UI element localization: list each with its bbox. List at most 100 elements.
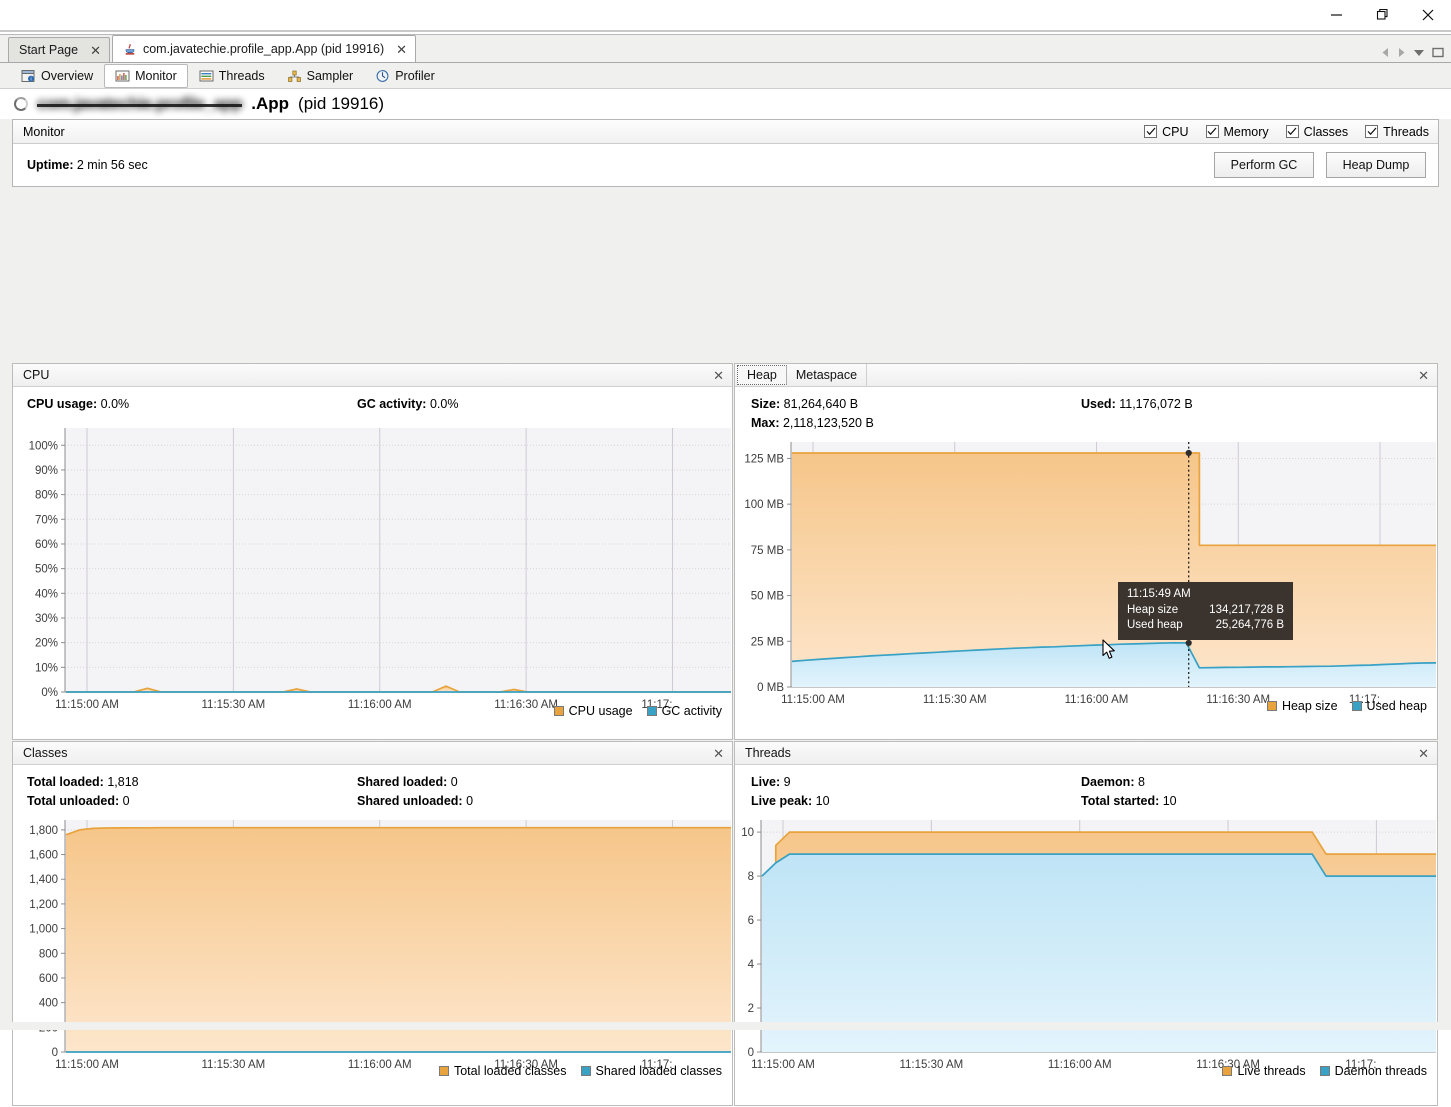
page-title: com.javatechie.profile_app .App (pid 199… [0, 89, 1451, 119]
tab-threads[interactable]: Threads [188, 64, 276, 88]
document-tab-label: com.javatechie.profile_app.App (pid 1991… [142, 42, 385, 56]
heap-chart[interactable]: 0 MB 25 MB 50 MB 75 MB 100 MB 125 MB 11:15:00 … [735, 436, 1437, 717]
classes-chart-legend: Total loaded classes Shared loaded class… [438, 1064, 722, 1078]
tab-overview[interactable]: i Overview [10, 64, 104, 88]
status-bar [0, 1022, 1451, 1030]
cpu-panel-title: CPU [23, 368, 50, 382]
cpu-chart[interactable]: 0% 10% 20% 30% 40% 50% 60% 70% 80% 90% 100% 11:15:0… [13, 422, 732, 722]
heap-chart-tooltip: 11:15:49 AM Heap size 134,217,728 B Used… [1118, 582, 1293, 640]
legend-label: Shared loaded classes [595, 1064, 722, 1078]
page-title-redacted-name: com.javatechie.profile_app [37, 94, 243, 114]
cpu-panel-header: CPU ✕ [13, 364, 732, 387]
checkbox-box[interactable] [1144, 125, 1158, 138]
maximize-tab-icon[interactable] [1432, 47, 1445, 58]
svg-text:50%: 50% [35, 564, 58, 576]
stat-value: 1,818 [107, 775, 139, 789]
svg-text:125 MB: 125 MB [744, 453, 784, 465]
cpu-chart-canvas[interactable]: 0% 10% 20% 30% 40% 50% 60% 70% 80% 90% 100% 11:15:0… [13, 422, 733, 722]
checkbox-classes[interactable]: Classes [1285, 125, 1348, 139]
window-minimize-button[interactable] [1313, 1, 1359, 29]
scroll-left-icon[interactable] [1381, 47, 1390, 58]
stat-label: Size: [751, 397, 781, 411]
tab-monitor[interactable]: Monitor [104, 63, 188, 88]
svg-text:0%: 0% [41, 687, 58, 699]
perform-gc-button[interactable]: Perform GC [1214, 152, 1314, 178]
live-peak-stat: Live peak: 10 [751, 794, 1081, 808]
tab-sampler[interactable]: Sampler [276, 64, 365, 88]
svg-text:10%: 10% [35, 662, 58, 674]
classes-stats: Total loaded: 1,818 Shared loaded: 0 Tot… [13, 765, 732, 814]
classes-chart[interactable]: 02004006008001,0001,2001,4001,6001,80011… [13, 814, 732, 1082]
heap-chart-canvas[interactable]: 0 MB 25 MB 50 MB 75 MB 100 MB 125 MB 11:15:00 … [735, 436, 1438, 717]
stat-label: Live peak: [751, 794, 813, 808]
checkbox-memory[interactable]: Memory [1205, 125, 1269, 139]
close-icon[interactable]: ✕ [90, 44, 101, 57]
classes-panel-header: Classes ✕ [13, 742, 732, 765]
svg-text:100 MB: 100 MB [744, 499, 784, 511]
checkbox-box[interactable] [1205, 125, 1219, 138]
window-maximize-button[interactable] [1359, 1, 1405, 29]
stat-value: 11,176,072 B [1119, 397, 1193, 411]
stat-value: 2,118,123,520 B [782, 416, 874, 430]
tooltip-value: 25,264,776 B [1215, 619, 1284, 632]
legend-label: CPU usage [568, 704, 633, 718]
legend-label: GC activity [661, 704, 722, 718]
legend-live-threads: Live threads [1222, 1064, 1306, 1078]
legend-label: Heap size [1281, 699, 1338, 713]
threads-chart-canvas[interactable]: 0 2 4 6 8 10 11:15:00 AM 11:15:30 AM 11:16:00 AM… [735, 814, 1438, 1082]
legend-cpu-usage: CPU usage [553, 704, 633, 718]
cpu-stats-col-2: GC activity: 0.0% [357, 397, 687, 416]
stat-label: Total started: [1081, 794, 1160, 808]
tab-heap[interactable]: Heap [737, 365, 787, 385]
document-tab-app[interactable]: com.javatechie.profile_app.App (pid 1991… [111, 35, 417, 62]
svg-text:30%: 30% [35, 613, 58, 625]
shared-loaded-stat: Shared loaded: 0 [357, 775, 687, 789]
monitor-display-checkboxes: CPU Memory Classes Threads [1144, 125, 1429, 139]
close-icon[interactable]: ✕ [713, 369, 724, 382]
svg-text:1,200: 1,200 [29, 899, 58, 911]
threads-panel-header: Threads ✕ [735, 742, 1437, 765]
close-icon[interactable]: ✕ [396, 43, 407, 56]
threads-chart-legend: Live threads Daemon threads [1222, 1064, 1427, 1078]
cpu-chart-legend: CPU usage GC activity [553, 704, 722, 718]
svg-text:11:16:00 AM: 11:16:00 AM [348, 699, 412, 711]
document-tab-start-page[interactable]: Start Page ✕ [8, 37, 110, 62]
memory-max-stat: Max: 2,118,123,520 B [751, 416, 1437, 430]
checkbox-cpu[interactable]: CPU [1144, 125, 1189, 139]
checkbox-box[interactable] [1365, 125, 1379, 138]
heap-dump-button[interactable]: Heap Dump [1326, 152, 1426, 178]
tab-label: Monitor [135, 68, 177, 83]
close-icon[interactable]: ✕ [1418, 747, 1429, 760]
legend-label: Daemon threads [1334, 1064, 1427, 1078]
svg-text:11:15:00 AM: 11:15:00 AM [55, 1059, 119, 1071]
svg-text:11:16:30 AM: 11:16:30 AM [1206, 694, 1270, 706]
tab-label: Overview [41, 68, 94, 83]
classes-chart-canvas[interactable]: 02004006008001,0001,2001,4001,6001,80011… [13, 814, 733, 1082]
close-icon[interactable]: ✕ [713, 747, 724, 760]
svg-text:60%: 60% [35, 539, 58, 551]
stat-value: 10 [1162, 794, 1177, 808]
profiler-icon [375, 69, 390, 83]
tab-profiler[interactable]: Profiler [364, 64, 446, 88]
cpu-usage-stat: CPU usage: 0.0% [27, 397, 357, 411]
checkbox-threads[interactable]: Threads [1365, 125, 1429, 139]
memory-panel-header: Heap Metaspace ✕ [735, 364, 1437, 387]
svg-text:400: 400 [39, 998, 58, 1010]
legend-used-heap: Used heap [1351, 699, 1427, 713]
threads-chart[interactable]: 0 2 4 6 8 10 11:15:00 AM 11:15:30 AM 11:16:00 AM… [735, 814, 1437, 1082]
monitor-header: Monitor CPU Memory Classes Threads [13, 120, 1438, 144]
memory-panel: Heap Metaspace ✕ Size: 81,264,640 B Used… [734, 363, 1438, 740]
tab-metaspace[interactable]: Metaspace [787, 364, 868, 386]
scroll-right-icon[interactable] [1397, 47, 1406, 58]
shared-unloaded-stat: Shared unloaded: 0 [357, 794, 687, 808]
chevron-down-icon[interactable] [1413, 47, 1425, 58]
checkbox-label: Threads [1383, 124, 1429, 139]
close-icon[interactable]: ✕ [1418, 369, 1429, 382]
legend-swatch [646, 706, 657, 716]
redaction-bar [37, 104, 243, 108]
window-close-button[interactable] [1405, 1, 1451, 29]
checkbox-box[interactable] [1285, 125, 1299, 138]
svg-text:90%: 90% [35, 465, 58, 477]
heap-chart-legend: Heap size Used heap [1266, 699, 1427, 713]
legend-heap-size: Heap size [1266, 699, 1338, 713]
